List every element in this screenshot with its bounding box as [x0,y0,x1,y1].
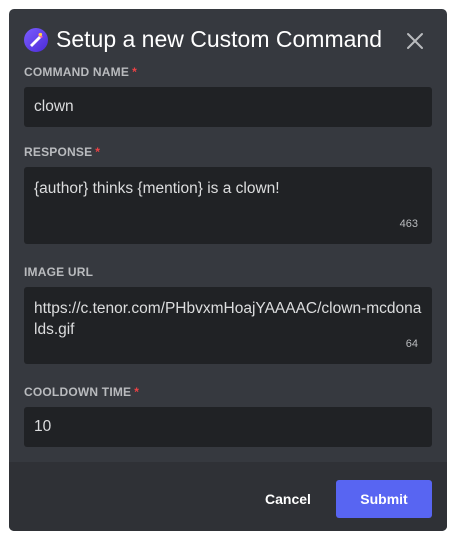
response-text: {author} thinks {mention} is a clown! [34,180,280,197]
cooldown-time-input[interactable]: 10 [24,407,432,447]
submit-button[interactable]: Submit [336,480,432,518]
response-label-text: RESPONSE [24,145,93,159]
image-url-text: https://c.tenor.com/PHbvxmHoajYAAAAC/clo… [34,300,422,338]
modal-title: Setup a new Custom Command [56,26,382,52]
cooldown-time-label-text: COOLDOWN TIME [24,385,132,399]
modal-footer: Cancel Submit [9,462,447,531]
cancel-button[interactable]: Cancel [257,480,319,518]
command-name-label-text: COMMAND NAME [24,65,130,79]
required-marker: * [95,145,101,159]
image-url-textarea[interactable]: https://c.tenor.com/PHbvxmHoajYAAAAC/clo… [24,287,432,364]
command-name-label: COMMAND NAME * [24,65,137,79]
image-url-label-text: IMAGE URL [24,265,94,279]
response-char-counter: 463 [399,218,418,230]
custom-command-modal: Setup a new Custom Command COMMAND NAME *… [9,9,447,531]
close-icon[interactable] [405,31,425,51]
required-marker: * [132,65,137,79]
response-label: RESPONSE * [24,145,100,159]
image-url-char-counter: 64 [405,338,418,350]
response-textarea[interactable]: {author} thinks {mention} is a clown! 46… [24,167,432,244]
image-url-label: IMAGE URL [24,265,93,279]
command-name-input[interactable]: clown [24,87,432,127]
app-logo-icon [24,28,48,52]
required-marker: * [134,385,140,399]
modal-header: Setup a new Custom Command [9,9,447,67]
cooldown-time-label: COOLDOWN TIME * [24,385,139,399]
